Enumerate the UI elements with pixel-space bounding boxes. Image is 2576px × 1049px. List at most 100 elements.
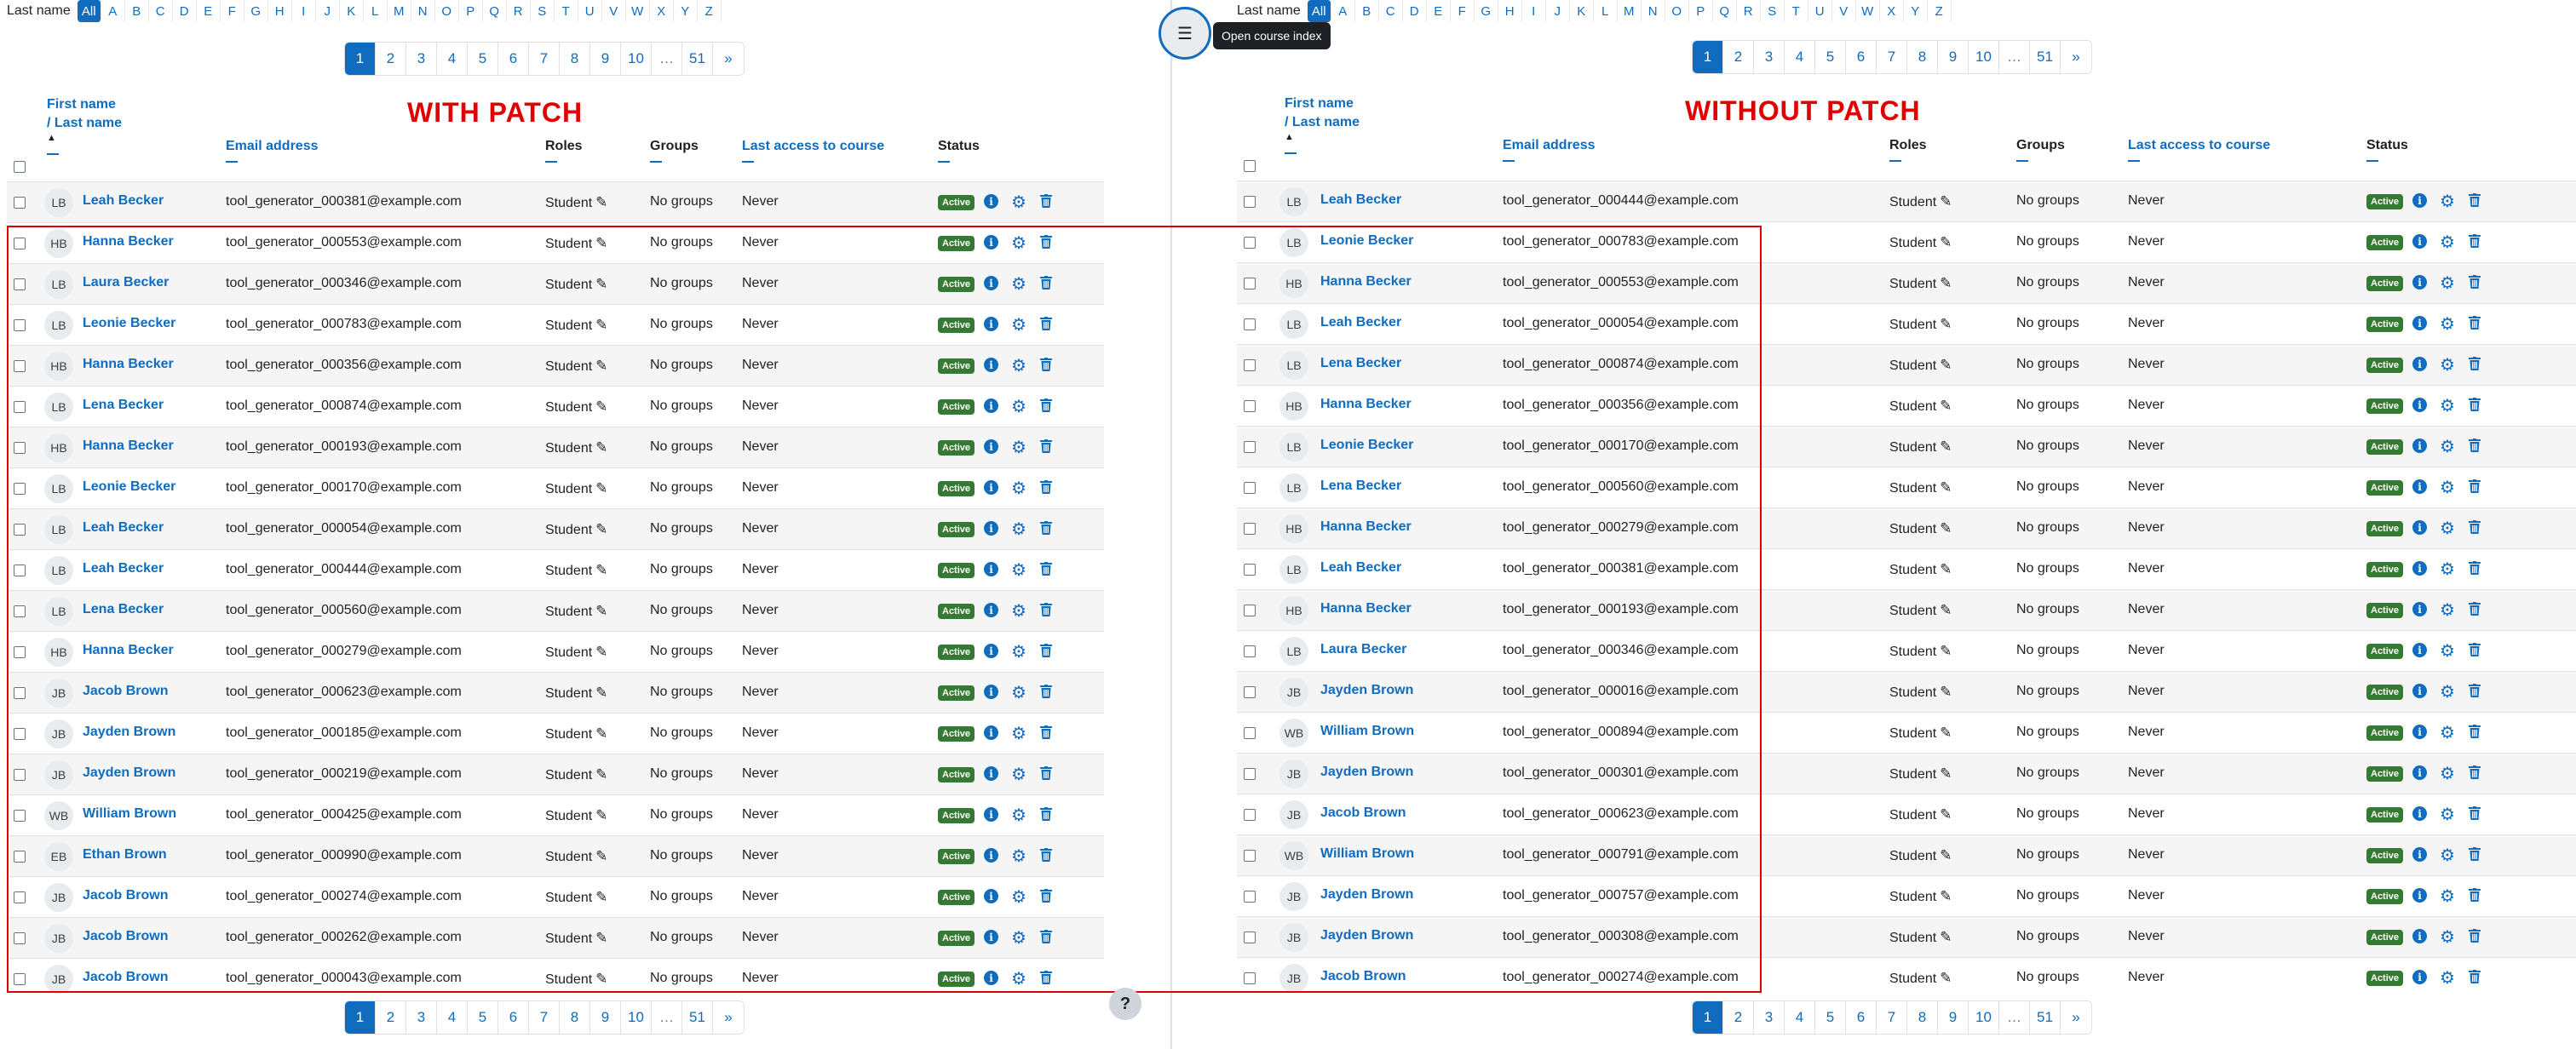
pencil-icon[interactable]: ✎ (595, 807, 607, 824)
row-checkbox[interactable] (1244, 523, 1256, 535)
help-button[interactable]: ? (1109, 988, 1141, 1020)
page-link[interactable]: 1 (345, 43, 376, 75)
gear-icon[interactable]: ⚙ (1011, 559, 1026, 581)
user-name-link[interactable]: Leah Becker (83, 520, 164, 536)
pencil-icon[interactable]: ✎ (595, 930, 607, 947)
pencil-icon[interactable]: ✎ (1940, 970, 1952, 987)
gear-icon[interactable]: ⚙ (1011, 723, 1026, 744)
gear-icon[interactable]: ⚙ (1011, 968, 1026, 989)
row-checkbox[interactable] (1244, 931, 1256, 943)
info-icon[interactable]: i (984, 971, 998, 985)
page-link[interactable]: 2 (376, 43, 406, 75)
initial-m[interactable]: M (1618, 0, 1642, 22)
trash-icon[interactable] (2469, 520, 2481, 538)
user-name-link[interactable]: Hanna Becker (83, 357, 174, 372)
user-name-link[interactable]: Lena Becker (1320, 479, 1401, 494)
info-icon[interactable]: i (984, 807, 998, 822)
initial-k[interactable]: K (1570, 0, 1594, 22)
pencil-icon[interactable]: ✎ (1940, 725, 1952, 742)
row-checkbox[interactable] (14, 932, 26, 944)
pencil-icon[interactable]: ✎ (595, 398, 607, 416)
page-link[interactable]: 4 (437, 1001, 468, 1034)
user-name-link[interactable]: Lena Becker (83, 602, 164, 617)
pencil-icon[interactable]: ✎ (1940, 806, 1952, 823)
gear-icon[interactable]: ⚙ (1011, 232, 1026, 254)
user-name-link[interactable]: Jayden Brown (83, 725, 175, 740)
page-link[interactable]: 5 (1815, 41, 1846, 73)
gear-icon[interactable]: ⚙ (1011, 519, 1026, 540)
page-link[interactable]: 2 (1723, 41, 1754, 73)
row-checkbox[interactable] (14, 891, 26, 903)
page-link[interactable]: 10 (621, 1001, 652, 1034)
info-icon[interactable]: i (2412, 970, 2427, 984)
user-name-link[interactable]: Jacob Brown (1320, 805, 1406, 821)
page-link[interactable]: 3 (1754, 1001, 1785, 1034)
initial-a[interactable]: A (1331, 0, 1355, 22)
page-link[interactable]: » (713, 43, 744, 75)
user-name-link[interactable]: Jacob Brown (83, 929, 168, 944)
trash-icon[interactable] (2469, 643, 2481, 661)
gear-icon[interactable]: ⚙ (2440, 559, 2455, 580)
info-icon[interactable]: i (984, 194, 998, 209)
gear-icon[interactable]: ⚙ (1011, 396, 1026, 417)
user-name-link[interactable]: Jacob Brown (1320, 969, 1406, 984)
page-link[interactable]: 6 (1846, 41, 1877, 73)
trash-icon[interactable] (1040, 848, 1052, 866)
pencil-icon[interactable]: ✎ (1940, 929, 1952, 946)
pencil-icon[interactable]: ✎ (1940, 275, 1952, 292)
gear-icon[interactable]: ⚙ (2440, 599, 2455, 621)
info-icon[interactable]: i (2412, 275, 2427, 289)
pencil-icon[interactable]: ✎ (595, 562, 607, 579)
pencil-icon[interactable]: ✎ (1940, 193, 1952, 210)
course-index-button[interactable]: ☰ (1159, 7, 1211, 60)
info-icon[interactable]: i (984, 276, 998, 290)
page-link[interactable]: 51 (682, 1001, 713, 1034)
info-icon[interactable]: i (984, 603, 998, 617)
user-name-link[interactable]: Hanna Becker (1320, 397, 1412, 412)
initial-c[interactable]: C (149, 0, 173, 22)
select-all-checkbox[interactable] (14, 161, 26, 173)
page-link[interactable]: 51 (682, 43, 713, 75)
page-link[interactable]: 5 (468, 1001, 498, 1034)
gear-icon[interactable]: ⚙ (2440, 926, 2455, 948)
gear-icon[interactable]: ⚙ (2440, 845, 2455, 866)
row-checkbox[interactable] (1244, 972, 1256, 984)
header-groups-collapse[interactable] (650, 161, 662, 163)
header-roles-collapse[interactable] (1889, 160, 1901, 162)
info-icon[interactable]: i (984, 235, 998, 249)
trash-icon[interactable] (2469, 561, 2481, 579)
pencil-icon[interactable]: ✎ (595, 194, 607, 211)
pencil-icon[interactable]: ✎ (1940, 316, 1952, 333)
row-checkbox[interactable] (14, 851, 26, 863)
gear-icon[interactable]: ⚙ (2440, 232, 2455, 253)
trash-icon[interactable] (1040, 276, 1052, 294)
page-link[interactable]: 6 (498, 43, 529, 75)
user-name-link[interactable]: William Brown (1320, 724, 1414, 739)
initial-u[interactable]: U (1808, 0, 1832, 22)
initial-x[interactable]: X (1880, 0, 1904, 22)
header-email-collapse[interactable] (226, 161, 238, 163)
page-link[interactable]: 9 (1938, 41, 1969, 73)
info-icon[interactable]: i (2412, 602, 2427, 616)
initial-v[interactable]: V (602, 0, 626, 22)
user-name-link[interactable]: Hanna Becker (83, 234, 174, 249)
user-name-link[interactable]: Lena Becker (1320, 356, 1401, 371)
gear-icon[interactable]: ⚙ (2440, 640, 2455, 662)
initial-j[interactable]: J (316, 0, 340, 22)
initial-u[interactable]: U (578, 0, 602, 22)
user-name-link[interactable]: Leah Becker (1320, 192, 1401, 208)
pencil-icon[interactable]: ✎ (595, 685, 607, 702)
page-link[interactable]: 6 (498, 1001, 529, 1034)
trash-icon[interactable] (2469, 316, 2481, 334)
pencil-icon[interactable]: ✎ (595, 521, 607, 538)
initial-m[interactable]: M (388, 0, 411, 22)
user-name-link[interactable]: Laura Becker (1320, 642, 1406, 657)
gear-icon[interactable]: ⚙ (2440, 722, 2455, 743)
initial-h[interactable]: H (268, 0, 292, 22)
row-checkbox[interactable] (1244, 278, 1256, 289)
trash-icon[interactable] (2469, 275, 2481, 293)
row-checkbox[interactable] (14, 973, 26, 985)
info-icon[interactable]: i (2412, 806, 2427, 821)
user-name-link[interactable]: Hanna Becker (83, 643, 174, 658)
gear-icon[interactable]: ⚙ (2440, 477, 2455, 498)
